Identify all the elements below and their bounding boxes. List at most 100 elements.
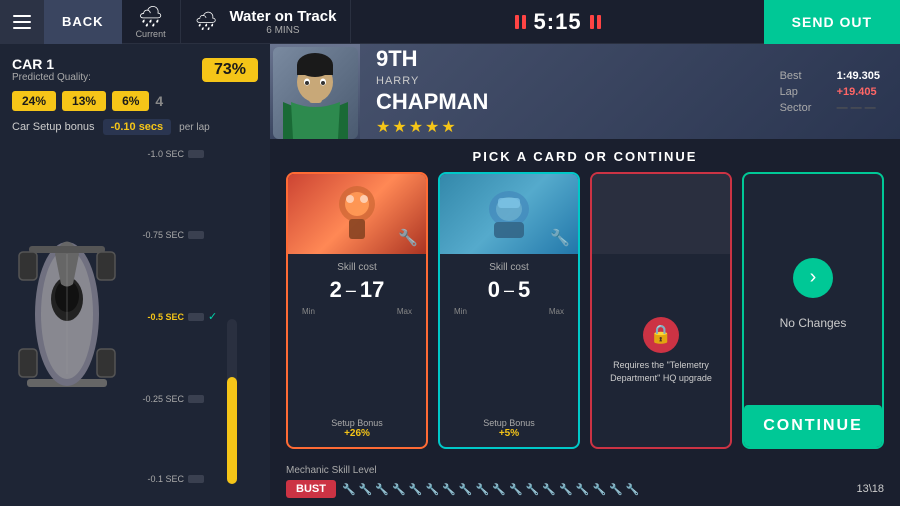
bar-wrapper — [223, 149, 237, 484]
stat-sector-label: Sector — [780, 102, 825, 114]
mechanic-icons: 🔧🔧🔧🔧🔧🔧🔧🔧🔧🔧🔧🔧🔧🔧🔧🔧🔧🔧 — [342, 483, 851, 496]
predicted-label: Predicted Quality: — [12, 72, 91, 83]
wrench-icon-10: 🔧 — [492, 483, 506, 496]
card-2-max: 5 — [518, 277, 530, 303]
pick-title-mid: OR — [584, 149, 613, 164]
card-1-max: 17 — [360, 277, 384, 303]
pill-3: 6% — [112, 91, 149, 111]
slider-dot-4[interactable] — [188, 395, 204, 403]
weather-current-icon: 🌧 Current — [136, 4, 166, 39]
card-1[interactable]: 🔧 Skill cost 2 – 17 Min Max — [286, 172, 428, 449]
slider-label-3: -0.5 SEC — [130, 312, 184, 322]
pick-title-card: CARD — [533, 149, 579, 164]
card-1-min-max: Min Max — [298, 307, 416, 316]
slider-labels: -1.0 SEC -0.75 SEC -0.5 SEC ✓ — [130, 149, 217, 484]
card-1-max-label: Max — [397, 307, 412, 316]
mechanic-label: Mechanic Skill Level — [286, 465, 884, 476]
wrench-icon-8: 🔧 — [459, 483, 473, 496]
slider-label-1: -1.0 SEC — [130, 149, 184, 159]
driver-stats: Best 1:49.305 Lap +19.405 Sector — — — — [760, 44, 900, 139]
slider-row-2: -0.75 SEC — [130, 230, 217, 240]
card-2-body: Skill cost 0 – 5 Min Max Setup Bonus — [440, 254, 578, 447]
card-3[interactable]: 🔒 Requires the "Telemetry Department" HQ… — [590, 172, 732, 449]
car-header: CAR 1 Predicted Quality: 73% — [12, 56, 258, 83]
back-button[interactable]: BACK — [44, 0, 122, 44]
wrench-icon-4: 🔧 — [392, 483, 406, 496]
driver-last-name: CHAPMAN — [376, 90, 488, 114]
pick-title-continue: CONTINUE — [614, 149, 698, 164]
card-2-image: 🔧 — [440, 174, 578, 254]
card-2-bonus-value: +5% — [499, 428, 519, 439]
card-2-min: 0 — [488, 277, 500, 303]
setup-bonus-label: Car Setup bonus — [12, 121, 95, 133]
weather-next: 🌧 Water on Track 6 MINS — [181, 0, 352, 44]
stat-best-value: 1:49.305 — [837, 70, 880, 82]
cards-area: PICK A CARD OR CONTINUE — [270, 139, 900, 459]
card-3-lock-container: 🔒 Requires the "Telemetry Department" HQ… — [592, 254, 730, 447]
left-panel: CAR 1 Predicted Quality: 73% 24% 13% 6% … — [0, 44, 270, 506]
mechanic-row: BUST 🔧🔧🔧🔧🔧🔧🔧🔧🔧🔧🔧🔧🔧🔧🔧🔧🔧🔧 13\18 — [286, 480, 884, 498]
stat-lap-label: Lap — [780, 86, 825, 98]
continue-button[interactable]: CONTINUE — [744, 405, 882, 447]
stat-sector-value: — — — — [837, 102, 876, 114]
stat-sector: Sector — — — — [780, 102, 880, 114]
car-setup-area: -1.0 SEC -0.75 SEC -0.5 SEC ✓ — [12, 143, 258, 494]
slider-dot-1[interactable] — [188, 150, 204, 158]
arrow-right-icon: › — [793, 258, 833, 298]
card-1-min: 2 — [330, 277, 342, 303]
card-2-dash: – — [504, 280, 514, 301]
card-2-bonus: Setup Bonus +5% — [450, 418, 568, 439]
card-3-lock-text: Requires the "Telemetry Department" HQ u… — [592, 359, 730, 384]
weather-current: 🌧 Current — [122, 0, 181, 44]
weather-mins: 6 MINS — [229, 25, 336, 36]
wrench-icon-13: 🔧 — [542, 483, 556, 496]
card-2-skill-range: 0 – 5 — [450, 277, 568, 303]
driver-section: 9TH HARRY CHAPMAN ★★★★★ Best 1:49.305 La… — [270, 44, 900, 139]
check-icon: ✓ — [208, 310, 217, 323]
pause-icon-left[interactable] — [515, 15, 526, 29]
pill-2: 13% — [62, 91, 106, 111]
card-1-image: 🔧 — [288, 174, 426, 254]
wrench-icon-2: 🔧 — [359, 483, 373, 496]
card-2-tool-icon: 🔧 — [550, 228, 570, 248]
card-4[interactable]: › No Changes CONTINUE — [742, 172, 884, 449]
slider-row-1: -1.0 SEC — [130, 149, 217, 159]
wrench-icon-9: 🔧 — [476, 483, 490, 496]
slider-container: -1.0 SEC -0.75 SEC -0.5 SEC ✓ — [130, 149, 258, 484]
card-3-image — [592, 174, 730, 254]
mechanic-count: 13\18 — [856, 483, 884, 495]
slider-dot-2[interactable] — [188, 231, 204, 239]
card-1-min-label: Min — [302, 307, 315, 316]
send-out-button[interactable]: SEND OUT — [764, 0, 900, 44]
bust-badge: BUST — [286, 480, 336, 498]
card-1-bonus: Setup Bonus +26% — [298, 418, 416, 439]
wrench-icon-6: 🔧 — [425, 483, 439, 496]
weather-track-name: Water on Track — [229, 8, 336, 25]
stat-lap-value: +19.405 — [837, 86, 877, 98]
driver-position: 9TH — [376, 46, 488, 72]
stat-lap: Lap +19.405 — [780, 86, 880, 98]
slider-area: -1.0 SEC -0.75 SEC -0.5 SEC ✓ — [130, 143, 258, 494]
quality-badge: 73% — [202, 58, 258, 82]
wrench-icon-1: 🔧 — [342, 483, 356, 496]
slider-row-3: -0.5 SEC ✓ — [130, 310, 217, 323]
card-2-min-max: Min Max — [450, 307, 568, 316]
avatar-svg — [273, 47, 358, 139]
driver-first-name: HARRY — [376, 75, 488, 87]
wrench-icon-18: 🔧 — [626, 483, 640, 496]
slider-track-bar[interactable] — [227, 319, 237, 484]
pill-number: 4 — [155, 93, 163, 109]
setup-bonus-row: Car Setup bonus -0.10 secs per lap — [12, 119, 258, 135]
card-2[interactable]: 🔧 Skill cost 0 – 5 Min Max — [438, 172, 580, 449]
menu-button[interactable] — [0, 0, 44, 44]
card-1-tool-icon: 🔧 — [398, 228, 418, 248]
wrench-icon-16: 🔧 — [593, 483, 607, 496]
card-4-body: › No Changes — [744, 174, 882, 405]
slider-dot-5[interactable] — [188, 475, 204, 483]
timer-section: 5:15 — [351, 9, 763, 35]
driver-stars: ★★★★★ — [376, 117, 488, 137]
slider-dot-3[interactable] — [188, 313, 204, 321]
setup-bonus-value: -0.10 secs — [103, 119, 172, 135]
wrench-icon-15: 🔧 — [576, 483, 590, 496]
pause-icon-right[interactable] — [590, 15, 601, 29]
